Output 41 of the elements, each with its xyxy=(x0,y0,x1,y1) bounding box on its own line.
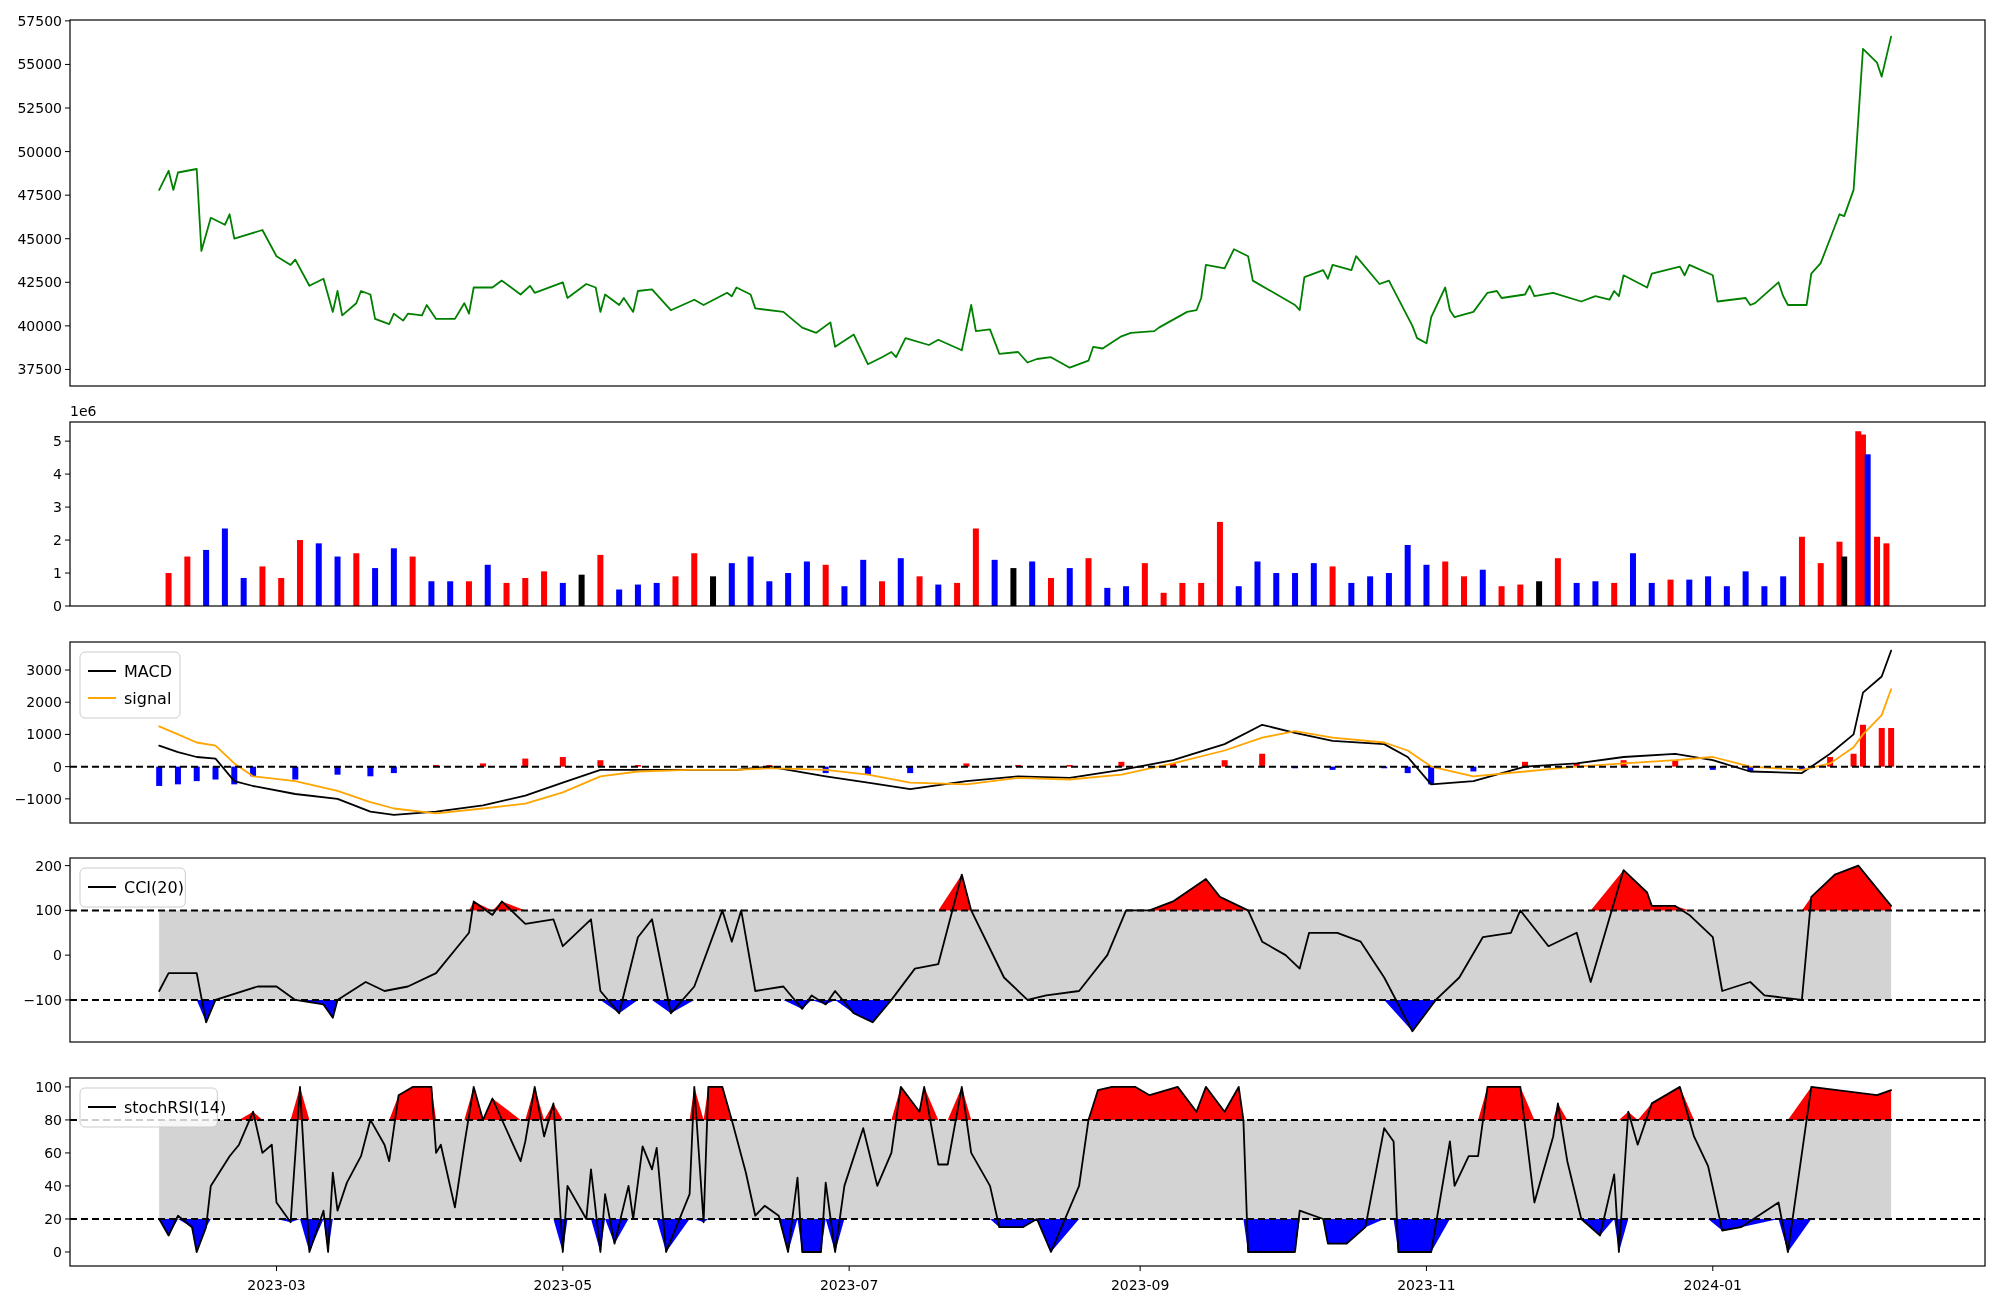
y-tick-label: 0 xyxy=(53,1243,62,1260)
y-tick-label: 0 xyxy=(53,947,62,964)
y-tick-label: 3000 xyxy=(26,662,62,678)
legend-label: MACD xyxy=(124,662,172,681)
axis-offset-label: 1e6 xyxy=(70,403,97,419)
x-tick-label: 2023-11 xyxy=(1397,1277,1456,1293)
y-tick-label: 42500 xyxy=(17,274,62,291)
legend-label: signal xyxy=(124,689,172,708)
x-tick-label: 2023-03 xyxy=(247,1277,306,1293)
y-tick-label: 2000 xyxy=(26,694,62,711)
y-tick-label: 5 xyxy=(53,433,62,450)
legend-label: CCI(20) xyxy=(124,878,184,897)
y-tick-label: 1 xyxy=(53,565,62,582)
y-tick-label: 1000 xyxy=(26,726,62,743)
x-tick-label: 2024-01 xyxy=(1683,1277,1742,1293)
y-tick-label: 4 xyxy=(53,466,62,483)
y-tick-label: 3 xyxy=(53,499,62,516)
y-tick-label: −1000 xyxy=(14,790,62,807)
y-tick-label: 55000 xyxy=(17,56,62,73)
y-tick-label: 40000 xyxy=(17,317,62,334)
y-tick-label: 20 xyxy=(44,1210,62,1227)
y-tick-label: 2 xyxy=(53,532,62,549)
y-tick-label: 0 xyxy=(53,598,62,614)
y-tick-label: 100 xyxy=(35,1078,62,1095)
y-tick-label: −100 xyxy=(23,991,62,1008)
y-tick-label: 100 xyxy=(35,902,62,919)
y-tick-label: 0 xyxy=(53,758,62,775)
y-tick-label: 45000 xyxy=(17,230,62,247)
y-tick-label: 47500 xyxy=(17,187,62,204)
y-tick-label: 52500 xyxy=(17,100,62,116)
y-tick-label: 37500 xyxy=(17,361,62,378)
y-tick-label: 60 xyxy=(44,1144,62,1161)
legend-label: stochRSI(14) xyxy=(124,1098,227,1117)
y-tick-label: 40 xyxy=(44,1177,62,1194)
y-tick-label: 57500 xyxy=(17,12,62,29)
y-tick-label: 50000 xyxy=(17,143,62,160)
x-tick-label: 2023-07 xyxy=(819,1277,879,1293)
x-tick-label: 2023-05 xyxy=(533,1277,593,1293)
y-tick-label: 80 xyxy=(44,1111,62,1128)
y-tick-label: 200 xyxy=(35,857,62,874)
x-tick-label: 2023-09 xyxy=(1110,1277,1170,1293)
